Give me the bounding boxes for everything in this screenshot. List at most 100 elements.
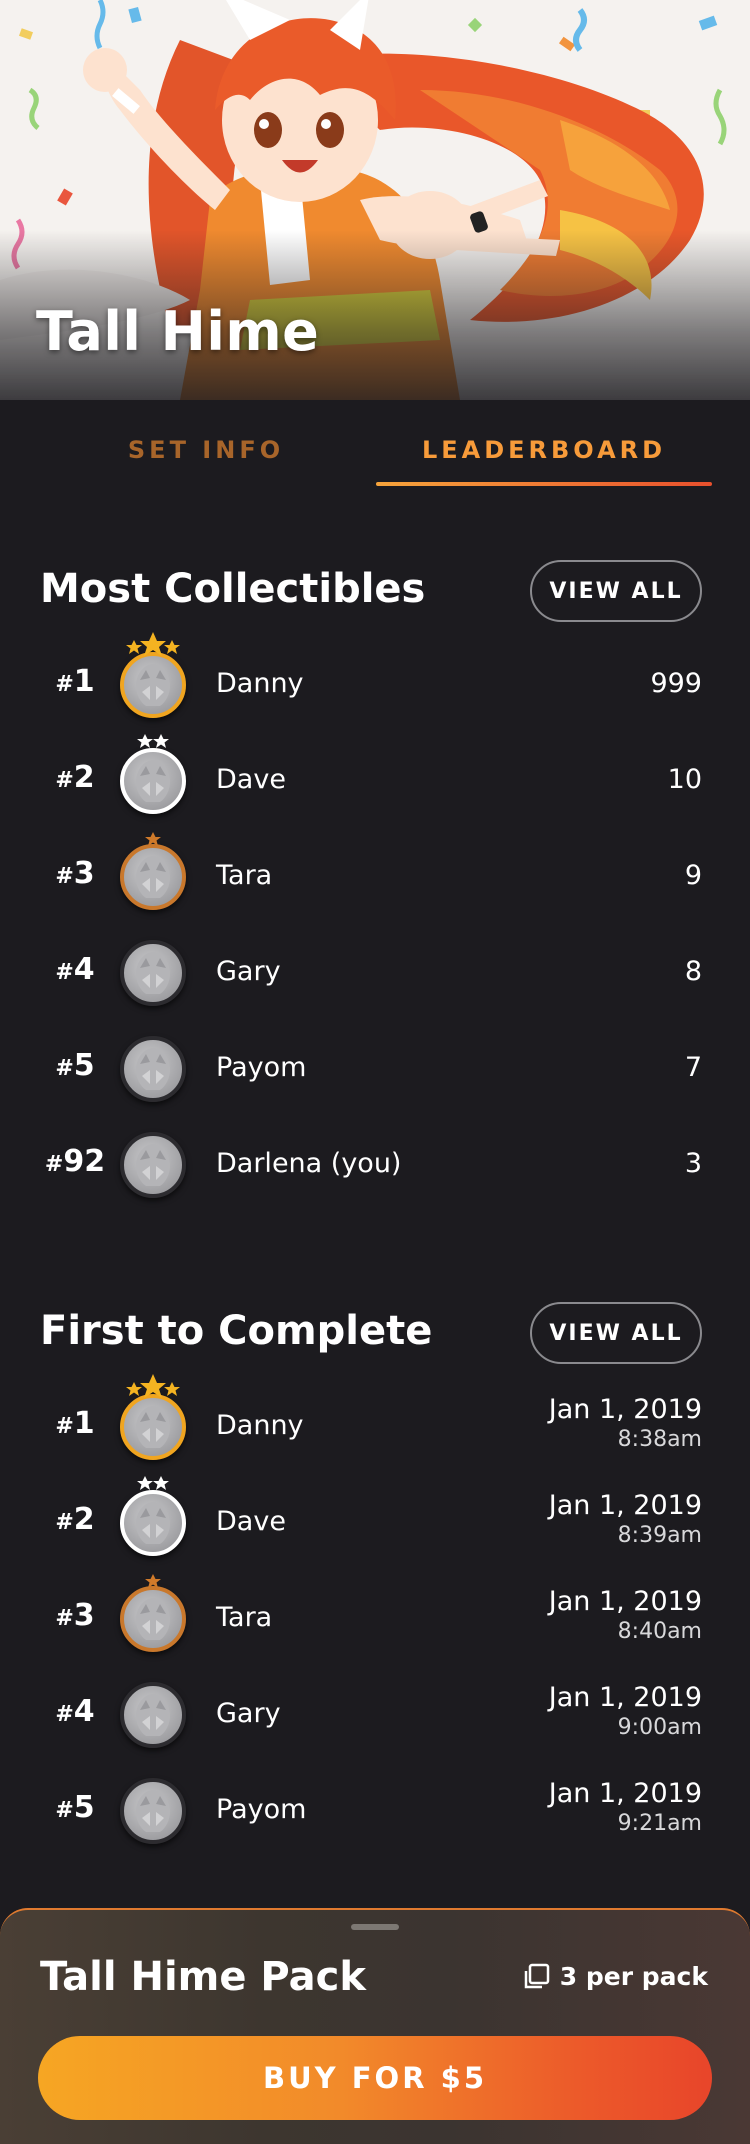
tab-set-info[interactable]: SET INFO [56, 436, 356, 490]
player-name: Payom [216, 1052, 307, 1083]
avatar[interactable] [120, 1036, 186, 1102]
completion-timestamp: Jan 1, 2019 8:40am [549, 1586, 702, 1644]
rank-number: 2 [73, 1502, 95, 1537]
completion-timestamp: Jan 1, 2019 8:39am [549, 1490, 702, 1548]
cards-stack-icon [524, 1963, 550, 1988]
completion-timestamp: Jan 1, 2019 9:21am [549, 1778, 702, 1836]
rank-number: 5 [73, 1790, 95, 1825]
rank-label: #4 [40, 952, 110, 987]
leaderboard-row[interactable]: #2 Dave Jan 1, 2019 8:39am [0, 1476, 750, 1572]
bronze-star-icon [145, 1574, 161, 1588]
avatar-placeholder-icon [136, 1406, 170, 1448]
silver-stars-icon [137, 734, 169, 748]
active-tab-indicator [376, 482, 712, 486]
bronze-star-icon [145, 832, 161, 846]
rank-label: #5 [40, 1790, 110, 1825]
completion-time: 8:39am [617, 1523, 702, 1548]
completion-date: Jan 1, 2019 [548, 1394, 702, 1425]
rank-label: #3 [40, 1598, 110, 1633]
completion-timestamp: Jan 1, 2019 8:38am [549, 1394, 702, 1452]
rank-number: 92 [63, 1144, 106, 1179]
avatar[interactable] [120, 1778, 186, 1844]
avatar-placeholder-icon [136, 1598, 170, 1640]
completion-date: Jan 1, 2019 [548, 1586, 702, 1617]
tab-bar: SET INFO LEADERBOARD [0, 400, 750, 490]
rank-hash: # [55, 1510, 74, 1535]
leaderboard-row[interactable]: #4 Gary Jan 1, 2019 9:00am [0, 1668, 750, 1764]
rank-number: 1 [73, 664, 95, 699]
first-to-complete-header: First to Complete VIEW ALL [40, 1302, 710, 1366]
player-name: Danny [216, 668, 304, 699]
player-name: Gary [216, 1698, 281, 1729]
leaderboard-row[interactable]: #4 Gary 8 [0, 926, 750, 1022]
collectible-count: 10 [667, 764, 702, 795]
rank-label: #3 [40, 856, 110, 891]
avatar[interactable] [120, 1682, 186, 1748]
player-name: Dave [216, 1506, 286, 1537]
leaderboard-row[interactable]: #92 Darlena (you) 3 [0, 1118, 750, 1214]
leaderboard-row[interactable]: #5 Payom Jan 1, 2019 9:21am [0, 1764, 750, 1860]
pack-purchase-sheet: Tall Hime Pack 3 per pack BUY FOR $5 [0, 1908, 750, 2144]
avatar-placeholder-icon [136, 1694, 170, 1736]
player-name: Tara [216, 1602, 273, 1633]
collectible-count: 9 [684, 860, 702, 891]
completion-time: 9:00am [617, 1715, 702, 1740]
avatar-placeholder-icon [136, 1144, 170, 1186]
rank-hash: # [55, 768, 74, 793]
rank-hash: # [55, 672, 74, 697]
player-name: Tara [216, 860, 273, 891]
collectible-count: 999 [650, 668, 702, 699]
view-all-button[interactable]: VIEW ALL [530, 560, 702, 622]
leaderboard-row[interactable]: #1 Danny Jan 1, 2019 8:38am [0, 1374, 750, 1476]
avatar-placeholder-icon [136, 1790, 170, 1832]
rank-label: #92 [40, 1144, 110, 1179]
view-all-button[interactable]: VIEW ALL [530, 1302, 702, 1364]
rank-number: 4 [73, 1694, 95, 1729]
leaderboard-row[interactable]: #3 Tara Jan 1, 2019 8:40am [0, 1572, 750, 1668]
buy-button[interactable]: BUY FOR $5 [38, 2036, 712, 2120]
leaderboard-row[interactable]: #2 Dave 10 [0, 734, 750, 830]
section-title: Most Collectibles [40, 566, 426, 612]
completion-time: 8:40am [617, 1619, 702, 1644]
player-name: Darlena (you) [216, 1148, 402, 1179]
completion-time: 8:38am [617, 1427, 702, 1452]
rank-hash: # [55, 1798, 74, 1823]
rank-label: #4 [40, 1694, 110, 1729]
silver-stars-icon [137, 1476, 169, 1490]
collectible-count: 8 [684, 956, 702, 987]
avatar-placeholder-icon [136, 1048, 170, 1090]
player-name: Dave [216, 764, 286, 795]
gold-stars-icon [126, 1374, 180, 1398]
rank-hash: # [55, 1056, 74, 1081]
hero-banner: Tall Hime [0, 0, 750, 400]
rank-number: 5 [73, 1048, 95, 1083]
collectible-count: 3 [684, 1148, 702, 1179]
rank-hash: # [44, 1152, 64, 1177]
sheet-drag-handle[interactable] [351, 1924, 399, 1930]
per-pack-label: 3 per pack [559, 1962, 708, 1991]
leaderboard-row[interactable]: #3 Tara 9 [0, 830, 750, 926]
avatar-placeholder-icon [136, 1502, 170, 1544]
avatar-placeholder-icon [136, 664, 170, 706]
avatar-placeholder-icon [136, 952, 170, 994]
rank-number: 3 [73, 1598, 95, 1633]
rank-hash: # [55, 1414, 74, 1439]
leaderboard-row[interactable]: #5 Payom 7 [0, 1022, 750, 1118]
leaderboard-row[interactable]: #1 Danny 999 [0, 632, 750, 734]
rank-hash: # [55, 960, 74, 985]
section-title: First to Complete [40, 1308, 433, 1354]
avatar[interactable] [120, 1132, 186, 1198]
avatar-placeholder-icon [136, 856, 170, 898]
most-collectibles-header: Most Collectibles VIEW ALL [40, 560, 710, 624]
player-name: Gary [216, 956, 281, 987]
completion-date: Jan 1, 2019 [548, 1490, 702, 1521]
pack-title: Tall Hime Pack [40, 1954, 366, 2000]
completion-timestamp: Jan 1, 2019 9:00am [549, 1682, 702, 1740]
rank-hash: # [55, 1606, 74, 1631]
rank-hash: # [55, 864, 74, 889]
completion-date: Jan 1, 2019 [548, 1682, 702, 1713]
collectible-count: 7 [684, 1052, 702, 1083]
avatar[interactable] [120, 940, 186, 1006]
rank-label: #1 [40, 664, 110, 699]
rank-label: #2 [40, 1502, 110, 1537]
